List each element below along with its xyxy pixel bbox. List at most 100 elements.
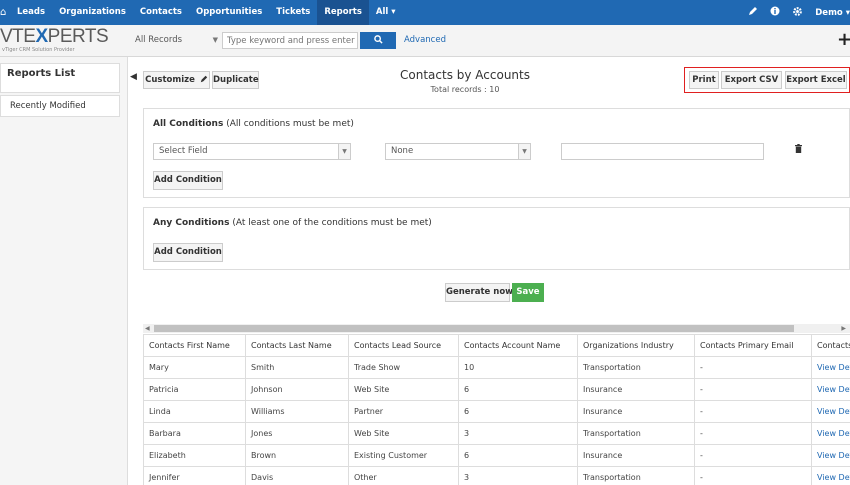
table-cell: Trade Show [348, 356, 459, 379]
info-icon[interactable] [770, 6, 780, 19]
search-icon [373, 35, 383, 44]
table-cell: Williams [245, 400, 349, 423]
view-details-link[interactable]: View Det [811, 378, 850, 401]
nav-organizations[interactable]: Organizations [52, 0, 133, 25]
table-cell: Web Site [348, 422, 459, 445]
save-button[interactable]: Save [512, 283, 544, 302]
view-details-link[interactable]: View Det [811, 422, 850, 445]
company-logo[interactable]: VTEXPERTS vTiger CRM Solution Provider [0, 27, 109, 55]
view-details-link[interactable]: View Det [811, 444, 850, 467]
pencil-icon[interactable] [748, 6, 758, 19]
view-details-link[interactable]: View Det [811, 356, 850, 379]
table-cell: Elizabeth [143, 444, 246, 467]
scroll-left-icon[interactable]: ◀ [145, 324, 150, 333]
table-cell: - [694, 466, 812, 485]
condition-value-input[interactable] [561, 143, 764, 160]
column-header[interactable]: Contacts Primary Email [694, 334, 812, 357]
table-cell: Smith [245, 356, 349, 379]
table-cell: 6 [458, 444, 578, 467]
table-row: Barbara Jones Web Site 3 Transportation - View… [143, 422, 850, 445]
table-cell: 10 [458, 356, 578, 379]
chevron-down-icon: ▼ [338, 144, 350, 159]
view-details-link[interactable]: View Det [811, 400, 850, 423]
table-cell: Jones [245, 422, 349, 445]
condition-operator-select[interactable]: None ▼ [385, 143, 531, 160]
records-filter-select[interactable]: All Records ▼ [131, 32, 221, 49]
user-menu[interactable]: Demo ▾ [815, 8, 850, 18]
table-row: Jennifer Davis Other 3 Transportation - View D… [143, 466, 850, 485]
generate-now-button[interactable]: Generate now [445, 283, 513, 302]
table-cell: - [694, 400, 812, 423]
customize-button[interactable]: Customize [143, 71, 210, 89]
total-records: Total records : 10 [430, 85, 500, 94]
gear-icon[interactable] [792, 6, 803, 20]
table-cell: Brown [245, 444, 349, 467]
scroll-right-icon[interactable]: ▶ [841, 324, 846, 333]
column-header[interactable]: Contacts Lead Source [348, 334, 459, 357]
advanced-search-link[interactable]: Advanced [404, 32, 446, 49]
any-conditions-panel: Any Conditions (At least one of the cond… [143, 207, 850, 270]
export-csv-button[interactable]: Export CSV [721, 71, 782, 89]
all-conditions-panel: All Conditions (All conditions must be m… [143, 108, 850, 198]
table-row: Patricia Johnson Web Site 6 Insurance - View D… [143, 378, 850, 401]
table-cell: Linda [143, 400, 246, 423]
report-results-table: Contacts First Name Contacts Last Name Con… [143, 334, 850, 485]
table-cell: - [694, 444, 812, 467]
table-cell: - [694, 378, 812, 401]
column-header[interactable]: Organizations Industry [577, 334, 695, 357]
nav-tickets[interactable]: Tickets [269, 0, 317, 25]
table-cell: Insurance [577, 378, 695, 401]
table-cell: Transportation [577, 422, 695, 445]
nav-opportunities[interactable]: Opportunities [189, 0, 269, 25]
all-conditions-heading: All Conditions (All conditions must be m… [153, 119, 354, 129]
home-icon[interactable]: ⌂ [0, 0, 10, 25]
reports-sidebar: Reports List Recently Modified [0, 57, 128, 485]
nav-contacts[interactable]: Contacts [133, 0, 189, 25]
reports-list-title: Reports List [0, 63, 120, 93]
trash-icon[interactable] [795, 144, 802, 153]
search-header: VTEXPERTS vTiger CRM Solution Provider A… [0, 25, 850, 57]
table-row: Mary Smith Trade Show 10 Transportation - View… [143, 356, 850, 379]
table-cell: Insurance [577, 444, 695, 467]
nav-leads[interactable]: Leads [10, 0, 52, 25]
print-button[interactable]: Print [689, 71, 719, 89]
chevron-down-icon: ▼ [518, 144, 530, 159]
table-cell: - [694, 422, 812, 445]
table-row: Linda Williams Partner 6 Insurance - View Det [143, 400, 850, 423]
column-header[interactable]: Contacts First Name [143, 334, 246, 357]
export-excel-button[interactable]: Export Excel [785, 71, 847, 89]
table-cell: 3 [458, 466, 578, 485]
chevron-down-icon: ▼ [212, 36, 218, 44]
collapse-sidebar-icon[interactable]: ◀ [130, 72, 137, 82]
nav-right-tools: Demo ▾ [736, 0, 850, 25]
table-cell: 6 [458, 400, 578, 423]
table-cell: Partner [348, 400, 459, 423]
add-any-condition-button[interactable]: Add Condition [153, 243, 223, 262]
condition-field-select[interactable]: Select Field ▼ [153, 143, 351, 160]
table-cell: Other [348, 466, 459, 485]
table-cell: Jennifer [143, 466, 246, 485]
any-conditions-heading: Any Conditions (At least one of the cond… [153, 218, 432, 228]
search-input[interactable] [222, 32, 358, 49]
column-header[interactable]: Contacts Account Name [458, 334, 578, 357]
search-button[interactable] [360, 32, 396, 49]
table-cell: Davis [245, 466, 349, 485]
table-horizontal-scrollbar[interactable]: ◀ ▶ [143, 324, 850, 333]
column-header[interactable]: Contacts [811, 334, 850, 357]
add-all-condition-button[interactable]: Add Condition [153, 171, 223, 190]
view-details-link[interactable]: View Det [811, 466, 850, 485]
top-navigation-bar: ⌂ Leads Organizations Contacts Opportuni… [0, 0, 850, 25]
nav-all-menu[interactable]: All ▾ [369, 0, 403, 25]
scrollbar-thumb[interactable] [154, 325, 794, 332]
duplicate-button[interactable]: Duplicate [212, 71, 259, 89]
column-header[interactable]: Contacts Last Name [245, 334, 349, 357]
table-cell: Existing Customer [348, 444, 459, 467]
sidebar-item-recently-modified[interactable]: Recently Modified [0, 95, 120, 117]
nav-reports[interactable]: Reports [317, 0, 369, 25]
table-cell: Barbara [143, 422, 246, 445]
table-cell: Transportation [577, 356, 695, 379]
table-cell: Johnson [245, 378, 349, 401]
table-header-row: Contacts First Name Contacts Last Name Con… [143, 334, 850, 357]
plus-icon[interactable]: + [837, 29, 850, 51]
table-cell: 6 [458, 378, 578, 401]
